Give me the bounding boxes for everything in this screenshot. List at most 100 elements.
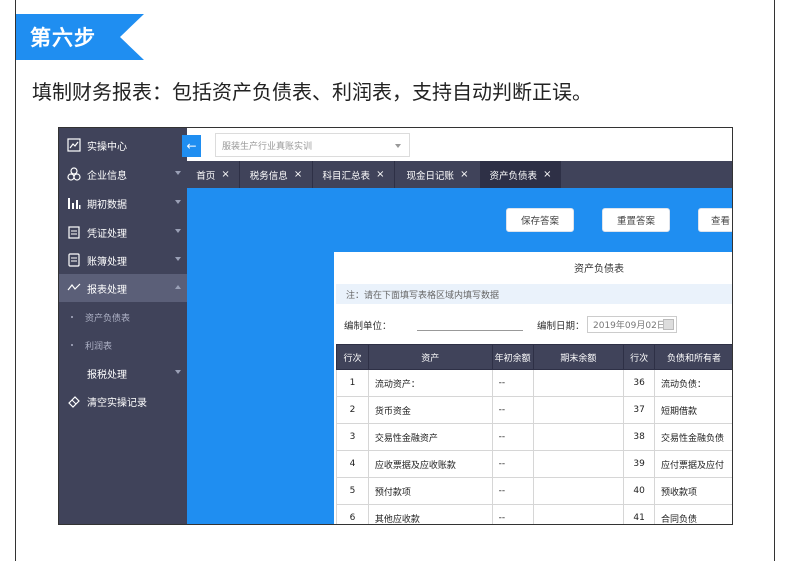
chevron-down-icon <box>175 257 181 261</box>
reset-answer-button[interactable]: 重置答案 <box>602 208 670 232</box>
trend-line-icon <box>67 281 81 295</box>
closing-balance-input[interactable] <box>532 504 625 524</box>
sidebar-item-ledger[interactable]: 账簿处理 <box>59 246 187 274</box>
row-number: 2 <box>336 396 369 424</box>
liability-name: 预收款项 <box>654 477 732 505</box>
description: 填制财务报表：包括资产负债表、利润表，支持自动判断正误。 <box>32 80 592 104</box>
arrow-left-icon: ← <box>186 139 197 153</box>
unit-input[interactable] <box>417 330 523 331</box>
sidebar-subitem-income-statement[interactable]: 利润表 <box>59 332 187 358</box>
company-select[interactable]: 服装生产行业真账实训 <box>215 133 410 157</box>
asset-name: 应收票据及应收账款 <box>367 450 493 478</box>
date-picker[interactable]: 2019年09月02日 <box>587 316 677 333</box>
sidebar-item-label: 凭证处理 <box>87 228 127 240</box>
balance-sheet-table: 行次 资产 年初余额 期末余额 行次 负债和所有者 1 流动资产： -- 36 … <box>336 344 732 524</box>
bullet-icon <box>71 344 73 346</box>
chevron-up-icon <box>175 285 181 289</box>
tab-label: 科目汇总表 <box>322 170 371 182</box>
opening-balance-cell: -- <box>491 477 534 505</box>
sidebar-item-label: 实操中心 <box>87 141 127 153</box>
step-label: 第六步 <box>30 26 96 50</box>
closing-balance-input[interactable] <box>532 369 625 397</box>
asset-name: 货币资金 <box>367 396 493 424</box>
sidebar-item-label: 期初数据 <box>87 199 127 211</box>
opening-balance-cell: -- <box>491 369 534 397</box>
sidebar-item-practice-center[interactable]: 实操中心 <box>59 131 187 159</box>
chart-board-icon <box>67 138 81 152</box>
tab-tax-info[interactable]: 税务信息 × <box>240 161 313 188</box>
row-number: 37 <box>623 396 656 424</box>
sidebar-item-company[interactable]: 企业信息 <box>59 160 187 188</box>
bar-chart-icon <box>67 196 81 210</box>
tab-account-summary[interactable]: 科目汇总表 × <box>313 161 395 188</box>
report-panel: 资产负债表 注：请在下面填写表格区域内填写数据 编制单位： 编制日期： 2019… <box>334 252 732 524</box>
sidebar-item-label: 企业信息 <box>87 170 127 182</box>
asset-name: 预付款项 <box>367 477 493 505</box>
eraser-icon <box>67 394 81 408</box>
opening-balance-cell: -- <box>491 504 534 524</box>
chevron-down-icon <box>175 370 181 374</box>
sidebar-item-clear-records[interactable]: 清空实操记录 <box>59 387 187 415</box>
sidebar-subitem-label: 资产负债表 <box>85 313 131 324</box>
sidebar-item-reports[interactable]: 报表处理 <box>59 274 187 302</box>
sidebar-item-tax[interactable]: 报税处理 <box>59 359 187 387</box>
close-icon[interactable]: × <box>460 169 468 180</box>
closing-balance-input[interactable] <box>532 477 625 505</box>
tab-balance-sheet[interactable]: 资产负债表 × <box>481 161 561 188</box>
opening-balance-cell: -- <box>491 423 534 451</box>
close-icon[interactable]: × <box>221 169 229 180</box>
date-value: 2019年09月02日 <box>593 321 666 331</box>
column-header: 行次 <box>336 344 369 370</box>
sidebar-subitem-balance-sheet[interactable]: 资产负债表 <box>59 304 187 330</box>
unit-label: 编制单位： <box>344 321 392 332</box>
close-icon[interactable]: × <box>376 169 384 180</box>
table-row: 4 应收票据及应收账款 -- 39 应付票据及应付 <box>336 450 732 478</box>
group-icon <box>67 167 81 181</box>
close-icon[interactable]: × <box>543 169 551 180</box>
chevron-down-icon <box>175 200 181 204</box>
asset-name: 流动资产： <box>367 369 493 397</box>
column-header: 资产 <box>367 344 493 370</box>
save-answer-button[interactable]: 保存答案 <box>506 208 574 232</box>
tab-label: 资产负债表 <box>489 170 538 182</box>
column-header: 行次 <box>623 344 656 370</box>
close-icon[interactable]: × <box>294 169 302 180</box>
tab-home[interactable]: 首页 × <box>187 161 240 188</box>
row-number: 1 <box>336 369 369 397</box>
liability-name: 合同负债 <box>654 504 732 524</box>
closing-balance-input[interactable] <box>532 396 625 424</box>
tab-label: 现金日记账 <box>406 170 455 182</box>
liability-name: 应付票据及应付 <box>654 450 732 478</box>
chevron-down-icon <box>175 171 181 175</box>
table-header-row: 行次 资产 年初余额 期末余额 行次 负债和所有者 <box>336 344 732 370</box>
tab-label: 税务信息 <box>249 170 288 182</box>
chevron-down-icon <box>175 229 181 233</box>
closing-balance-input[interactable] <box>532 450 625 478</box>
table-row: 1 流动资产： -- 36 流动负债： <box>336 369 732 397</box>
sidebar-item-opening-data[interactable]: 期初数据 <box>59 189 187 217</box>
closing-balance-input[interactable] <box>532 423 625 451</box>
liability-name: 流动负债： <box>654 369 732 397</box>
column-header: 年初余额 <box>491 344 534 370</box>
liability-name: 交易性金融负债 <box>654 423 732 451</box>
bullet-icon <box>71 316 73 318</box>
notebook-icon <box>67 253 81 267</box>
tab-bar: 首页 × 税务信息 × 科目汇总表 × 现金日记账 × 资产负债表 × <box>187 161 732 188</box>
collapse-sidebar-button[interactable]: ← <box>182 135 201 157</box>
topbar: 服装生产行业真账实训 <box>187 128 732 161</box>
report-note: 注：请在下面填写表格区域内填写数据 <box>336 284 732 304</box>
date-label: 编制日期： <box>537 321 585 332</box>
sidebar-item-label: 报表处理 <box>87 284 127 296</box>
row-number: 5 <box>336 477 369 505</box>
view-answer-button[interactable]: 查看 <box>698 208 732 232</box>
row-number: 36 <box>623 369 656 397</box>
table-row: 6 其他应收款 -- 41 合同负债 <box>336 504 732 524</box>
tab-cash-journal[interactable]: 现金日记账 × <box>395 161 481 188</box>
row-number: 40 <box>623 477 656 505</box>
table-row: 2 货币资金 -- 37 短期借款 <box>336 396 732 424</box>
asset-name: 交易性金融资产 <box>367 423 493 451</box>
row-number: 38 <box>623 423 656 451</box>
calendar-icon[interactable] <box>663 319 674 330</box>
sidebar-item-voucher[interactable]: 凭证处理 <box>59 218 187 246</box>
table-row: 5 预付款项 -- 40 预收款项 <box>336 477 732 505</box>
